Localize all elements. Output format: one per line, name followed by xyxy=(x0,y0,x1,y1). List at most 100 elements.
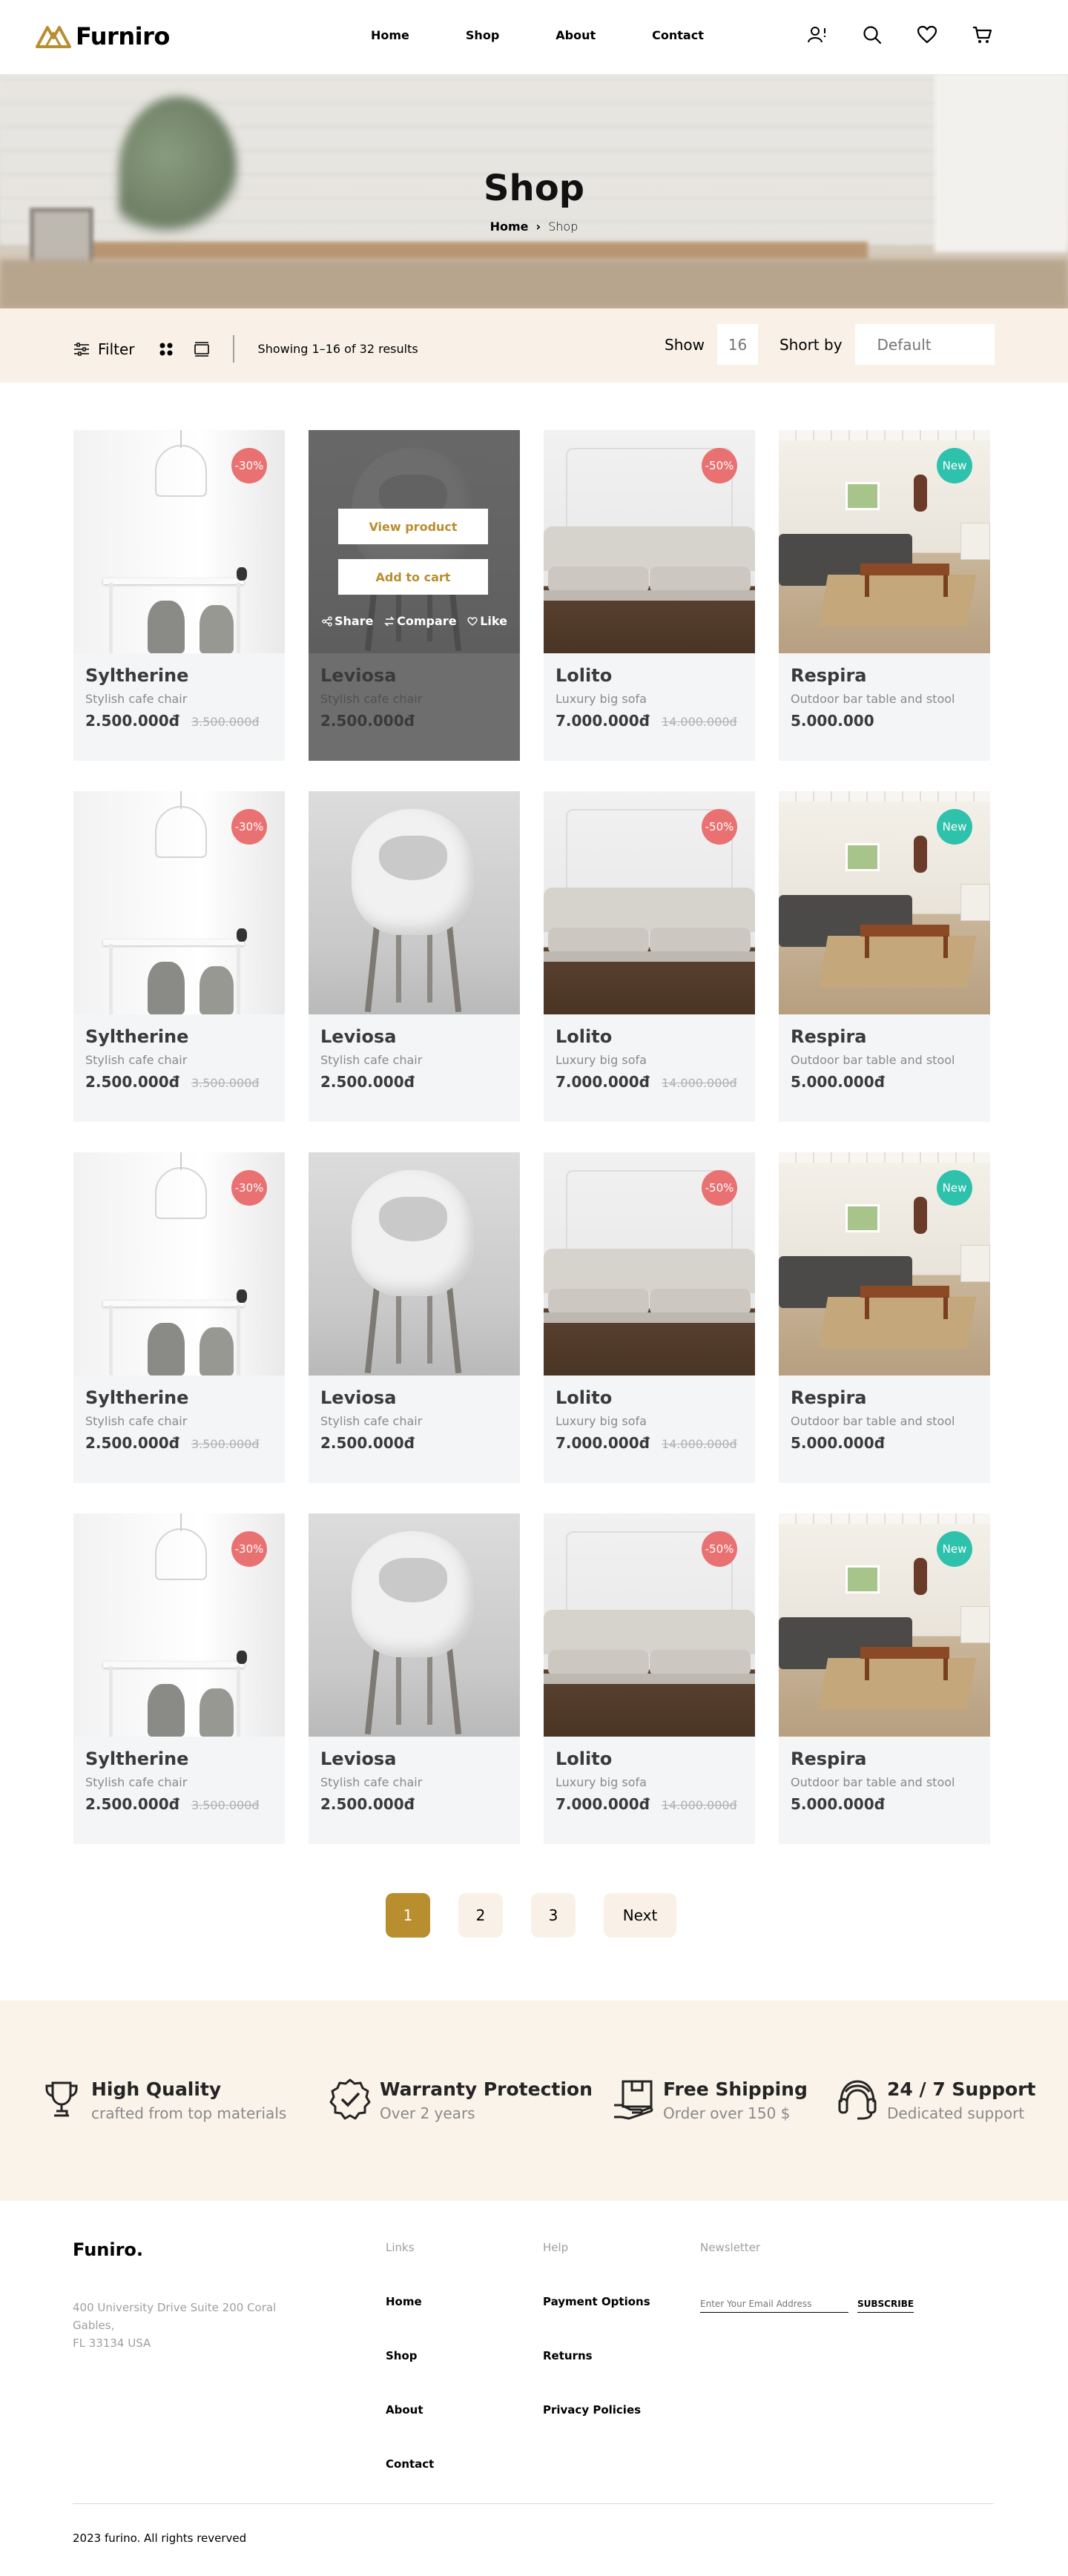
product-card[interactable]: -30% Syltherine Stylish cafe chair 2.500.00… xyxy=(73,791,285,1122)
stool xyxy=(148,1323,185,1375)
product-name[interactable]: Leviosa xyxy=(320,1026,508,1047)
product-info: Leviosa Stylish cafe chair 2.500.000đ xyxy=(309,1375,520,1452)
footer-link-about[interactable]: About xyxy=(386,2403,434,2417)
breadcrumb-home[interactable]: Home xyxy=(490,219,529,234)
product-actions: Share Compare Like xyxy=(322,614,507,628)
product-name[interactable]: Leviosa xyxy=(320,1748,508,1769)
newsletter-email-input[interactable] xyxy=(700,2299,848,2313)
discount-badge: -30% xyxy=(231,1170,267,1206)
footer-address-text: 400 University Drive Suite 200 Coral Gab… xyxy=(73,2301,277,2350)
table-leg xyxy=(865,575,869,597)
header-actions xyxy=(807,24,992,45)
product-prices: 5.000.000đ xyxy=(791,1795,978,1813)
new-badge: New xyxy=(937,809,972,845)
product-card[interactable]: -30% Syltherine Stylish cafe chair 2.500.00… xyxy=(73,1152,285,1483)
product-card[interactable]: -50% Lolito Luxury big sofa 7.000.000đ 14.00… xyxy=(544,1513,755,1844)
product-card[interactable]: -50% Lolito Luxury big sofa 7.000.000đ 14.00… xyxy=(544,1152,755,1483)
footer-link-returns[interactable]: Returns xyxy=(543,2349,650,2362)
next-page-button[interactable]: Next xyxy=(604,1893,676,1938)
product-name[interactable]: Syltherine xyxy=(85,665,273,686)
footer-link-payment-options[interactable]: Payment Options xyxy=(543,2295,650,2308)
page-button-3[interactable]: 3 xyxy=(531,1893,576,1938)
sort-select[interactable] xyxy=(854,324,995,365)
page-button-2[interactable]: 2 xyxy=(458,1893,503,1938)
product-image[interactable] xyxy=(309,1152,520,1375)
table-leg xyxy=(943,1658,948,1680)
product-name[interactable]: Syltherine xyxy=(85,1026,273,1047)
nav-about[interactable]: About xyxy=(556,28,596,42)
page-button-1[interactable]: 1 xyxy=(386,1893,430,1938)
product-card[interactable]: Leviosa Stylish cafe chair 2.500.000đ xyxy=(309,1513,520,1844)
wall-clock xyxy=(914,1558,927,1595)
product-name[interactable]: Syltherine xyxy=(85,1748,273,1769)
nav-contact[interactable]: Contact xyxy=(652,28,704,42)
product-card[interactable]: New Respira Outdoor bar table and stool 5.0… xyxy=(779,1513,990,1844)
product-image[interactable] xyxy=(309,791,520,1014)
product-name[interactable]: Lolito xyxy=(556,1026,743,1047)
product-old-price: 14.000.000đ xyxy=(661,1798,737,1812)
product-name[interactable]: Respira xyxy=(791,665,978,686)
product-name[interactable]: Leviosa xyxy=(320,1387,508,1408)
footer-link-home[interactable]: Home xyxy=(386,2295,434,2308)
product-card[interactable]: New Respira Outdoor bar table and stool 5.0… xyxy=(779,430,990,761)
product-old-price: 14.000.000đ xyxy=(661,1076,737,1090)
product-card[interactable]: New Respira Outdoor bar table and stool 5.0… xyxy=(779,1152,990,1483)
product-info: Leviosa Stylish cafe chair 2.500.000đ xyxy=(309,1737,520,1813)
pagination: 1 2 3 Next xyxy=(386,1893,676,1938)
account-alert-icon[interactable] xyxy=(807,24,828,45)
cart-icon[interactable] xyxy=(972,24,992,45)
nav-shop[interactable]: Shop xyxy=(466,28,499,42)
footer-link-privacy-policies[interactable]: Privacy Policies xyxy=(543,2403,650,2417)
product-card[interactable]: Leviosa Stylish cafe chair 2.500.000đ xyxy=(309,791,520,1122)
product-name[interactable]: Lolito xyxy=(556,1387,743,1408)
footer-link-shop[interactable]: Shop xyxy=(386,2349,434,2362)
stool xyxy=(200,605,234,653)
product-name[interactable]: Syltherine xyxy=(85,1387,273,1408)
filter-button[interactable]: Filter xyxy=(98,340,135,358)
product-name[interactable]: Lolito xyxy=(556,665,743,686)
product-card[interactable]: -30% Syltherine Stylish cafe chair 2.500.00… xyxy=(73,430,285,761)
list-view-icon[interactable] xyxy=(193,340,211,358)
trophy-icon xyxy=(45,2081,78,2117)
product-info: Leviosa Stylish cafe chair 2.500.000đ xyxy=(309,1014,520,1091)
filter-sliders-icon[interactable] xyxy=(73,340,90,358)
subscribe-button[interactable]: SUBSCRIBE xyxy=(857,2299,914,2313)
product-prices: 5.000.000 xyxy=(791,712,978,730)
table-leg xyxy=(109,944,113,1014)
product-name[interactable]: Respira xyxy=(791,1387,978,1408)
feature-subtitle: Over 2 years xyxy=(380,2104,475,2122)
product-name[interactable]: Respira xyxy=(791,1026,978,1047)
add-to-cart-button[interactable]: Add to cart xyxy=(338,559,488,595)
share-action[interactable]: Share xyxy=(322,614,373,628)
compare-action[interactable]: Compare xyxy=(384,614,457,628)
brand-logo[interactable]: Furniro xyxy=(36,22,170,50)
site-header: Furniro Home Shop About Contact xyxy=(0,0,1068,74)
heart-icon[interactable] xyxy=(917,24,937,45)
like-action[interactable]: Like xyxy=(467,614,507,628)
chair-leg xyxy=(396,928,401,1003)
search-icon[interactable] xyxy=(862,24,883,45)
product-name[interactable]: Respira xyxy=(791,1748,978,1769)
share-label: Share xyxy=(334,614,374,628)
product-card[interactable]: -50% Lolito Luxury big sofa 7.000.000đ 14.00… xyxy=(544,430,755,761)
product-card[interactable]: New Respira Outdoor bar table and stool 5.0… xyxy=(779,791,990,1122)
footer-link-contact[interactable]: Contact xyxy=(386,2457,434,2471)
nav-home[interactable]: Home xyxy=(371,28,409,42)
sofa-cushion xyxy=(650,567,751,593)
product-card[interactable]: Leviosa Stylish cafe chair 2.500.000đ xyxy=(309,1152,520,1483)
footer-brand: Funiro. xyxy=(73,2239,144,2260)
view-product-button[interactable]: View product xyxy=(338,509,488,544)
product-card[interactable]: LeviosaStylish cafe chair2.500.000đView … xyxy=(309,430,520,761)
product-old-price: 3.500.000đ xyxy=(191,1076,260,1090)
show-count-input[interactable] xyxy=(716,324,758,365)
sofa-back xyxy=(544,526,755,571)
product-image[interactable] xyxy=(309,1513,520,1737)
brand-logo-icon xyxy=(36,26,71,48)
product-price: 2.500.000đ xyxy=(85,1795,179,1813)
product-card[interactable]: -30% Syltherine Stylish cafe chair 2.500.00… xyxy=(73,1513,285,1844)
product-description: Stylish cafe chair xyxy=(320,1414,423,1428)
grid-view-icon[interactable] xyxy=(157,340,175,358)
breadcrumb: Home › Shop xyxy=(0,219,1068,234)
product-card[interactable]: -50% Lolito Luxury big sofa 7.000.000đ 14.00… xyxy=(544,791,755,1122)
product-name[interactable]: Lolito xyxy=(556,1748,743,1769)
